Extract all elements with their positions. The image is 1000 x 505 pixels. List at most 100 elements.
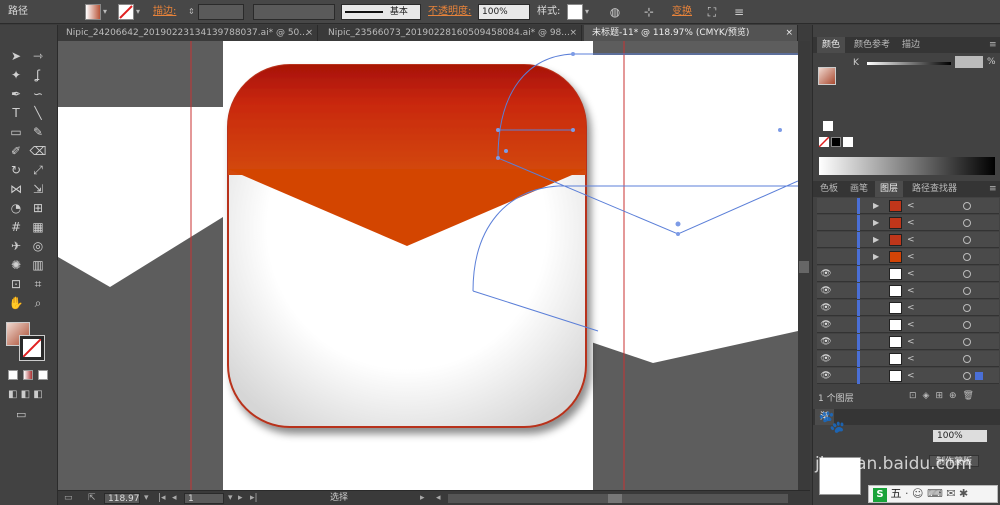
lock-toggle[interactable]: [835, 351, 849, 367]
layer-name[interactable]: <: [907, 317, 915, 333]
layer-name[interactable]: <: [907, 334, 915, 350]
expand-triangle-icon[interactable]: ▶: [873, 232, 879, 248]
lock-toggle[interactable]: [835, 300, 849, 316]
tab-document-3[interactable]: 未标题-11* @ 118.97% (CMYK/预览) ×: [584, 25, 798, 41]
last-artboard-icon[interactable]: ▸|: [250, 493, 258, 504]
graphic-style-swatch[interactable]: [567, 4, 583, 20]
panel-menu-icon[interactable]: ≡: [730, 4, 748, 20]
close-icon[interactable]: ×: [305, 25, 313, 41]
stroke-swatch[interactable]: [118, 4, 134, 20]
gradient-mode-button[interactable]: [23, 370, 33, 380]
variable-width-dropdown[interactable]: [253, 4, 335, 20]
chevron-down-icon[interactable]: ▾: [103, 4, 107, 20]
lock-toggle[interactable]: [835, 232, 849, 248]
lock-toggle[interactable]: [835, 198, 849, 214]
tab-color[interactable]: 颜色: [817, 37, 846, 53]
target-circle-icon[interactable]: [963, 253, 971, 261]
lock-toggle[interactable]: [835, 368, 849, 384]
k-slider[interactable]: [867, 62, 951, 65]
expand-triangle-icon[interactable]: ▶: [873, 215, 879, 231]
lock-toggle[interactable]: [835, 283, 849, 299]
ime-toolbar[interactable]: S 五 · ☺ ⌨ ✉ ✱: [868, 485, 998, 503]
next-artboard-icon[interactable]: ▸: [238, 493, 243, 504]
ime-mode-label[interactable]: 五: [891, 487, 902, 500]
color-fill-swatch[interactable]: [818, 67, 836, 85]
tool-artboard[interactable]: ⊡: [6, 275, 26, 293]
layer-name[interactable]: <: [907, 300, 915, 316]
target-circle-icon[interactable]: [963, 270, 971, 278]
target-circle-icon[interactable]: [963, 219, 971, 227]
layer-row[interactable]: 👁 <: [817, 300, 999, 316]
tool-hand[interactable]: ✋: [6, 294, 26, 312]
layer-row[interactable]: ▶ <: [817, 232, 999, 248]
canvas-area[interactable]: [58, 41, 798, 490]
tool-symbol-sprayer[interactable]: ✺: [6, 256, 26, 274]
white-swatch[interactable]: [843, 137, 853, 147]
chevron-down-icon[interactable]: ▾: [144, 493, 149, 504]
spinner-icon[interactable]: ⇕: [188, 4, 195, 20]
tool-width[interactable]: ⋈: [6, 180, 26, 198]
first-artboard-icon[interactable]: |◂: [158, 493, 166, 504]
tool-eyedropper[interactable]: ✈: [6, 237, 26, 255]
tool-rectangle[interactable]: ▭: [6, 123, 26, 141]
horizontal-scrollbar[interactable]: [448, 494, 788, 503]
tool-magic-wand[interactable]: ✦: [6, 66, 26, 84]
layer-row[interactable]: ▶ <: [817, 215, 999, 231]
layer-row[interactable]: 👁 <: [817, 334, 999, 350]
artboard-number-field[interactable]: 1: [184, 493, 224, 504]
expand-triangle-icon[interactable]: ▶: [873, 249, 879, 265]
tool-zoom[interactable]: ⌕: [28, 294, 48, 312]
recolor-icon[interactable]: ◍: [606, 4, 624, 20]
tab-layers[interactable]: 图层: [875, 181, 904, 197]
layer-name[interactable]: <: [907, 351, 915, 367]
tab-stroke[interactable]: 描边: [897, 37, 925, 53]
color-spectrum[interactable]: [819, 157, 995, 175]
ime-tools-icons[interactable]: · ☺ ⌨ ✉ ✱: [905, 487, 968, 500]
draw-mode-icons[interactable]: ◧ ◧ ◧: [8, 389, 48, 401]
opacity-field[interactable]: 100%: [933, 430, 987, 442]
tool-gradient[interactable]: ▦: [28, 218, 48, 236]
lock-toggle[interactable]: [835, 215, 849, 231]
close-icon[interactable]: ×: [569, 25, 577, 41]
layer-name[interactable]: <: [907, 232, 915, 248]
tool-blend[interactable]: ◎: [28, 237, 48, 255]
panel-menu-icon[interactable]: ≡: [989, 37, 997, 53]
lock-toggle[interactable]: [835, 249, 849, 265]
tab-color-guide[interactable]: 颜色参考: [849, 37, 895, 53]
layer-name[interactable]: <: [907, 215, 915, 231]
chevron-down-icon[interactable]: ▾: [585, 4, 589, 20]
tool-rotate[interactable]: ↻: [6, 161, 26, 179]
zoom-out-icon[interactable]: ▭: [64, 493, 84, 504]
none-mode-button[interactable]: [38, 370, 48, 380]
layer-name[interactable]: <: [907, 249, 915, 265]
tool-shape-builder[interactable]: ◔: [6, 199, 26, 217]
target-circle-icon[interactable]: [963, 287, 971, 295]
tab-document-2[interactable]: Nipic_23566073_20190228160509458084.ai* …: [320, 25, 582, 41]
panel-menu-icon[interactable]: ≡: [989, 181, 997, 197]
target-circle-icon[interactable]: [963, 304, 971, 312]
tool-direct-selection-arrow[interactable]: ⇾: [28, 47, 48, 65]
visibility-eye-icon[interactable]: [819, 215, 833, 231]
visibility-eye-icon[interactable]: [819, 198, 833, 214]
scroll-left-icon[interactable]: ◂: [436, 493, 441, 504]
visibility-eye-icon[interactable]: [819, 249, 833, 265]
close-icon[interactable]: ×: [785, 25, 793, 41]
k-value-field[interactable]: [955, 56, 983, 68]
layer-name[interactable]: <: [907, 198, 915, 214]
stroke-profile-dropdown[interactable]: 基本: [341, 4, 421, 20]
tab-swatches[interactable]: 色板: [815, 181, 843, 197]
export-icon[interactable]: ⇱: [88, 493, 100, 504]
fill-swatch[interactable]: [85, 4, 101, 20]
layer-actions[interactable]: ⊡◈⊞⊕🗑: [909, 391, 980, 401]
tab-pathfinder[interactable]: 路径查找器: [907, 181, 962, 197]
scroll-thumb[interactable]: [608, 494, 622, 503]
layer-row[interactable]: 👁 <: [817, 368, 999, 384]
vertical-scrollbar[interactable]: [798, 41, 810, 490]
tool-slice[interactable]: ⌗: [28, 275, 48, 293]
none-swatch[interactable]: [823, 121, 833, 131]
chevron-down-icon[interactable]: ▾: [136, 4, 140, 20]
scroll-thumb[interactable]: [799, 261, 809, 273]
color-mode-button[interactable]: [8, 370, 18, 380]
tool-paintbrush[interactable]: ✎: [28, 123, 48, 141]
envelope-icon[interactable]: [227, 64, 587, 428]
